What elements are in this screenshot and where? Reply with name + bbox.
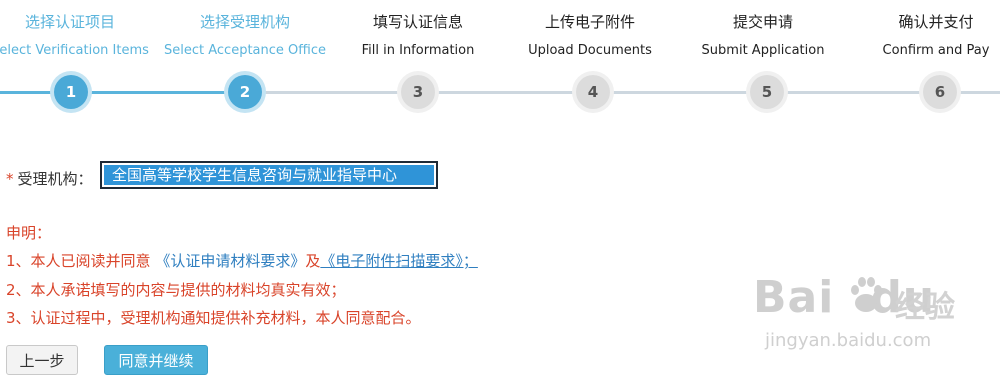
step-3-title: 填写认证信息 — [372, 13, 463, 31]
step-6-title: 确认并支付 — [898, 13, 974, 31]
step-4-title: 上传电子附件 — [544, 13, 635, 31]
step-connector-pending — [245, 91, 1000, 94]
agree-continue-button[interactable]: 同意并继续 — [104, 345, 208, 375]
declaration-line-2: 2、本人承诺填写的内容与提供的材料均真实有效； — [6, 281, 346, 299]
step-1-title: 选择认证项目 — [24, 13, 115, 31]
declaration-line-1-mid: 及 — [305, 252, 321, 270]
agency-selected-value[interactable]: 全国高等学校学生信息咨询与就业指导中心 — [104, 165, 434, 185]
agency-label-text: 受理机构： — [17, 170, 93, 188]
step-4-subtitle: Upload Documents — [528, 43, 652, 58]
progress-stepper: 选择认证项目 Select Verification Items 1 选择受理机… — [0, 0, 1000, 120]
baidu-jingyan-watermark: Bai du 经验 jingyan.baidu.com — [745, 272, 995, 372]
step-connector-done — [0, 91, 245, 94]
material-requirements-link[interactable]: 《认证申请材料要求》 — [155, 252, 305, 270]
declaration-title: 申明： — [6, 224, 52, 242]
watermark-logo: Bai du — [753, 272, 935, 323]
step-1-subtitle: Select Verification Items — [0, 43, 149, 58]
step-1-number: 1 — [54, 75, 88, 109]
paw-icon — [851, 277, 882, 312]
watermark-logo-left: Bai — [753, 272, 835, 323]
agency-select[interactable]: 全国高等学校学生信息咨询与就业指导中心 — [100, 161, 438, 189]
step-3-subtitle: Fill in Information — [361, 43, 475, 58]
declaration-line-1-prefix: 1、本人已阅读并同意 — [6, 252, 151, 270]
watermark-logo-right: du — [870, 272, 936, 323]
step-5-title: 提交申请 — [732, 13, 793, 31]
scan-requirements-link[interactable]: 《电子附件扫描要求》； — [320, 252, 478, 270]
declaration-line-3: 3、认证过程中，受理机构通知提供补充材料，本人同意配合。 — [6, 309, 421, 327]
step-2-title: 选择受理机构 — [199, 13, 290, 31]
agency-label: * 受理机构： — [6, 168, 93, 189]
required-mark: * — [6, 170, 14, 188]
previous-step-button[interactable]: 上一步 — [6, 345, 78, 375]
watermark-url: jingyan.baidu.com — [765, 330, 932, 351]
declaration-line-1: 1、本人已阅读并同意 《认证申请材料要求》及《电子附件扫描要求》； — [6, 250, 478, 271]
step-6-subtitle: Confirm and Pay — [882, 43, 990, 58]
step-2-number: 2 — [228, 75, 262, 109]
step-6-number: 6 — [923, 75, 957, 109]
step-5-number: 5 — [750, 75, 784, 109]
step-5-subtitle: Submit Application — [701, 43, 825, 58]
watermark-jingyan: 经验 — [895, 290, 955, 325]
step-3-number: 3 — [401, 75, 435, 109]
step-2-subtitle: Select Acceptance Office — [164, 43, 326, 58]
step-4-number: 4 — [576, 75, 610, 109]
